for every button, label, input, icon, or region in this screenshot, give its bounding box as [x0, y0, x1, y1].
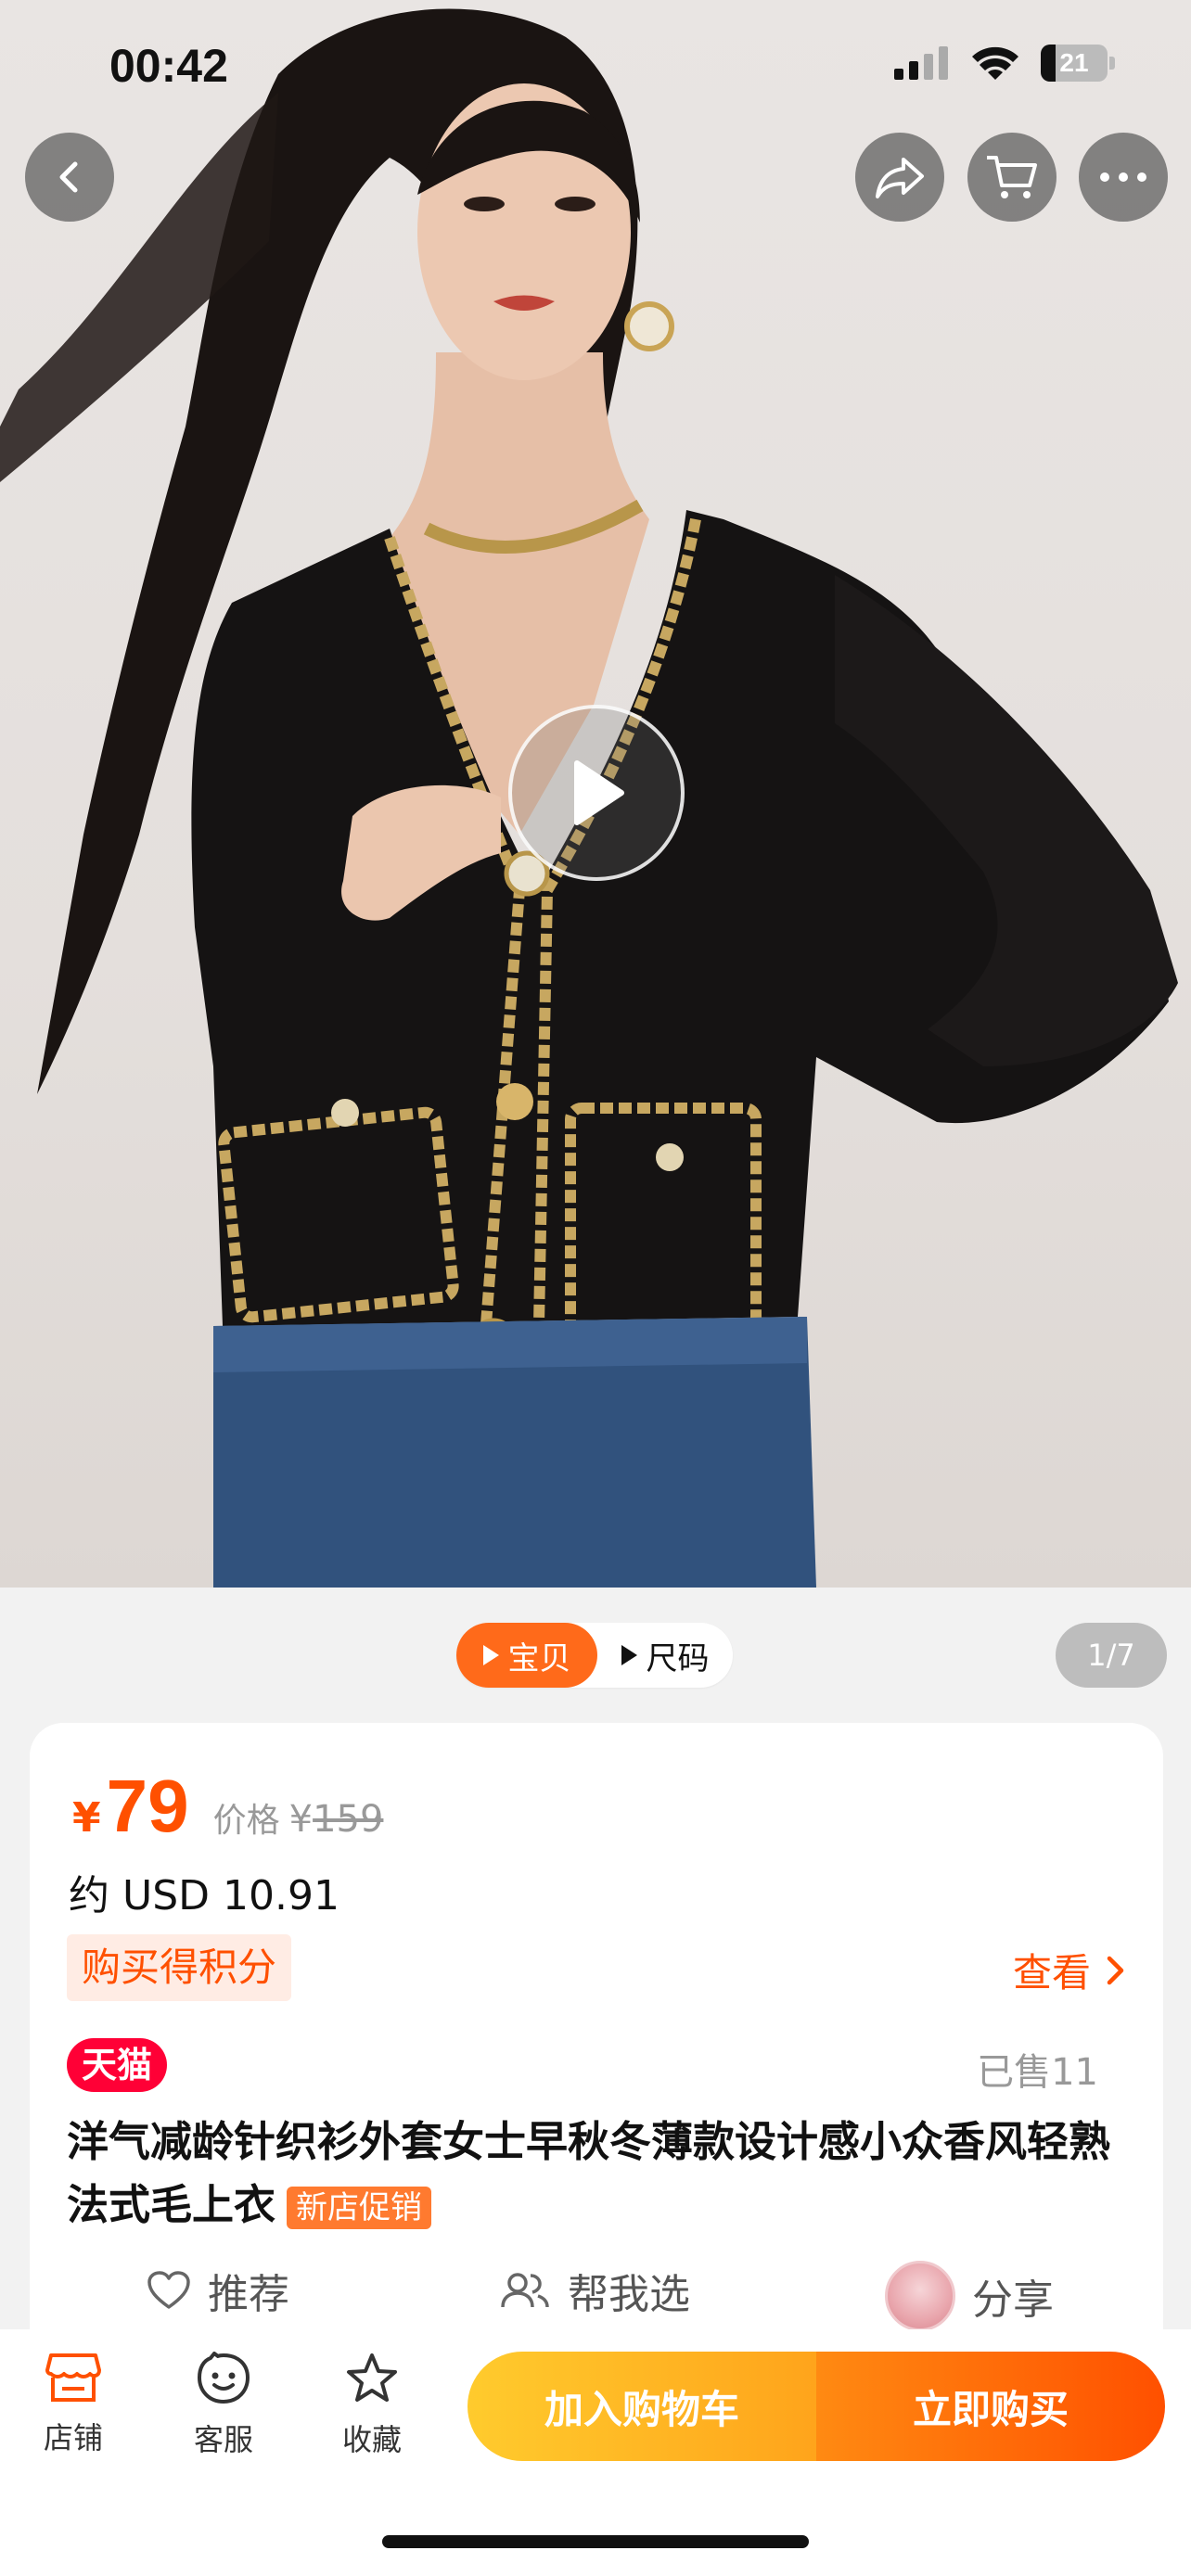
sold-count: 已售11	[977, 2051, 1098, 2094]
play-icon	[574, 760, 624, 825]
play-small-icon	[482, 1645, 499, 1665]
share-to-friend-button[interactable]: 分享	[885, 2261, 1054, 2331]
bottom-action-bar: 店铺 客服 收藏 加入购物车 立即购买	[0, 2329, 1191, 2576]
original-currency: ¥	[288, 1798, 314, 1841]
original-price-value: 159	[313, 1798, 384, 1841]
home-indicator[interactable]	[382, 2535, 809, 2548]
star-icon	[347, 2353, 397, 2402]
avatar-icon	[885, 2261, 955, 2331]
add-to-cart-button[interactable]: 加入购物车	[467, 2352, 816, 2461]
promo-tag: 新店促销	[287, 2187, 432, 2229]
action-label: 分享	[972, 2276, 1054, 2324]
wifi-icon	[972, 46, 1018, 80]
product-info-card: ¥ 79 价格 ¥159 约 USD 10.91 购买得积分 查看 天猫 已售1…	[30, 1723, 1163, 2372]
media-tab-toggle: 宝贝 尺码	[456, 1623, 733, 1688]
buy-now-button[interactable]: 立即购买	[816, 2352, 1165, 2461]
price-currency: ¥	[72, 1794, 101, 1842]
cart-icon	[987, 156, 1037, 198]
favorite-button[interactable]: 收藏	[321, 2352, 423, 2459]
action-row: 推荐 帮我选 分享	[30, 2261, 1163, 2335]
action-label: 推荐	[208, 2271, 289, 2318]
back-icon	[59, 161, 78, 193]
cart-button[interactable]	[967, 133, 1057, 222]
service-icon	[198, 2352, 250, 2404]
tab-item-size[interactable]: 尺码	[597, 1623, 733, 1688]
store-icon	[45, 2353, 101, 2402]
product-image-gallery[interactable]: 00:42 21	[0, 0, 1191, 1588]
tab-item-photos[interactable]: 宝贝	[456, 1623, 597, 1688]
users-icon	[501, 2273, 549, 2308]
recommend-button[interactable]: 推荐	[147, 2261, 289, 2320]
help-me-choose-button[interactable]: 帮我选	[499, 2261, 690, 2320]
signal-icon	[894, 46, 948, 80]
purchase-buttons: 加入购物车 立即购买	[467, 2352, 1165, 2461]
view-points-link[interactable]: 查看	[1013, 1942, 1126, 1998]
product-title-text: 洋气减龄针织衫外套女士早秋冬薄款设计感小众香风轻熟法式毛上衣	[67, 2117, 1111, 2229]
bottom-label: 店铺	[43, 2420, 103, 2455]
original-price: ¥159	[289, 1798, 384, 1841]
more-button[interactable]	[1079, 133, 1168, 222]
status-icons: 21	[894, 45, 1115, 82]
heart-icon	[147, 2271, 190, 2309]
share-icon	[876, 158, 924, 198]
action-label: 帮我选	[568, 2271, 690, 2318]
original-price-label: 价格	[212, 1802, 280, 1840]
customer-service-button[interactable]: 客服	[173, 2352, 275, 2459]
battery-level: 21	[1059, 48, 1089, 77]
play-small-icon	[621, 1645, 637, 1665]
back-button[interactable]	[25, 133, 114, 222]
bottom-label: 收藏	[341, 2422, 402, 2457]
store-button[interactable]: 店铺	[22, 2352, 124, 2457]
more-icon	[1100, 172, 1146, 182]
price-value: 79	[106, 1765, 189, 1847]
tab-label: 宝贝	[507, 1639, 571, 1677]
share-button[interactable]	[855, 133, 944, 222]
status-time: 00:42	[109, 40, 228, 92]
tab-label: 尺码	[646, 1639, 710, 1677]
points-badge: 购买得积分	[67, 1934, 292, 2001]
price-row: ¥ 79 价格 ¥159	[72, 1764, 383, 1849]
image-counter: 1/7	[1056, 1623, 1167, 1688]
view-label: 查看	[1012, 1950, 1091, 1996]
product-title: 洋气减龄针织衫外套女士早秋冬薄款设计感小众香风轻熟法式毛上衣 新店促销	[67, 2111, 1133, 2237]
bottom-label: 客服	[193, 2422, 253, 2457]
chevron-right-icon	[1107, 1956, 1124, 1984]
battery-icon: 21	[1041, 45, 1115, 82]
play-video-button[interactable]	[508, 705, 685, 881]
tmall-badge: 天猫	[67, 2038, 168, 2092]
usd-price: 约 USD 10.91	[69, 1872, 339, 1919]
